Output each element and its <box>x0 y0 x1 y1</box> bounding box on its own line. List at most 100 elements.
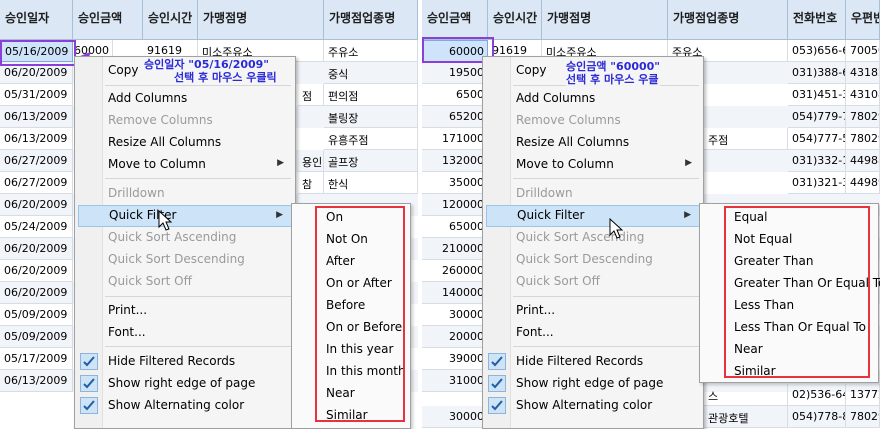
date-cell[interactable]: 06/20/2009 <box>0 194 73 216</box>
amount-cell[interactable]: 35000 <box>422 172 488 194</box>
phone-cell[interactable]: 031)321-36 <box>788 172 846 194</box>
menu-item-print[interactable]: Print... <box>486 300 700 322</box>
date-cell[interactable]: 06/13/2009 <box>0 128 73 150</box>
header-approval-date[interactable]: 승인일자 <box>0 0 73 40</box>
amount-cell[interactable]: 30000 <box>422 304 488 326</box>
menu-item-hide-filtered-records[interactable]: Hide Filtered Records <box>78 351 292 373</box>
menu-item-quick-sort-descending[interactable]: Quick Sort Descending <box>78 249 292 271</box>
phone-cell[interactable]: 02)536-646 <box>788 384 846 406</box>
zip-cell[interactable]: 13772 <box>846 384 880 406</box>
zip-cell[interactable]: 44988 <box>846 150 880 172</box>
amount-cell[interactable]: 30000 <box>422 406 488 428</box>
phone-cell[interactable]: 054)778-83 <box>788 406 846 428</box>
amount-cell[interactable]: 132000 <box>422 150 488 172</box>
category-cell[interactable]: 골프장 <box>324 150 418 172</box>
category-cell[interactable]: 편의점 <box>324 84 418 106</box>
menu-item-drilldown[interactable]: Drilldown <box>486 183 700 205</box>
zip-cell[interactable]: 78029 <box>846 406 880 428</box>
header-phone[interactable]: 전화번호 <box>788 0 846 40</box>
menu-item-add-columns[interactable]: Add Columns <box>486 88 700 110</box>
menu-item-quick-sort-off[interactable]: Quick Sort Off <box>486 271 700 293</box>
category-cell[interactable]: 한식 <box>324 172 418 194</box>
amount-cell[interactable]: 260000 <box>422 260 488 282</box>
date-cell[interactable]: 06/27/2009 <box>0 172 73 194</box>
menu-item-drilldown[interactable]: Drilldown <box>78 183 292 205</box>
menu-item-move-to-column[interactable]: Move to Column ▶ <box>486 154 700 176</box>
amount-cell[interactable]: 140000 <box>422 282 488 304</box>
category-cell[interactable]: 볼링장 <box>324 106 418 128</box>
zip-cell[interactable]: 70050 <box>846 40 880 62</box>
category-cell[interactable]: 유흥주점 <box>324 128 418 150</box>
date-cell[interactable]: 05/31/2009 <box>0 84 73 106</box>
header-approval-amount[interactable]: 승인금액 <box>73 0 143 40</box>
phone-cell[interactable]: 054)779-74 <box>788 106 846 128</box>
merchant-cell[interactable]: 스 <box>704 384 788 406</box>
menu-item-font[interactable]: Font... <box>486 322 700 344</box>
zip-cell[interactable]: 78029 <box>846 128 880 150</box>
category-cell[interactable]: 주점 <box>704 128 788 150</box>
phone-cell[interactable]: 031)332-17 <box>788 150 846 172</box>
date-cell[interactable]: 05/09/2009 <box>0 304 73 326</box>
header-merchant-category[interactable]: 가맹점업종명 <box>668 0 788 40</box>
phone-cell[interactable]: 031)388-62 <box>788 62 846 84</box>
amount-cell[interactable]: 171000 <box>422 128 488 150</box>
menu-item-font[interactable]: Font... <box>78 322 292 344</box>
amount-cell[interactable]: 65200 <box>422 106 488 128</box>
menu-item-print[interactable]: Print... <box>78 300 292 322</box>
header-merchant-name[interactable]: 가맹점명 <box>198 0 324 40</box>
header-approval-time[interactable]: 승인시간 <box>143 0 198 40</box>
phone-cell[interactable]: 031)451-35 <box>788 84 846 106</box>
menu-item-show-alternating-color[interactable]: Show Alternating color <box>78 395 292 417</box>
menu-item-move-to-column[interactable]: Move to Column ▶ <box>78 154 292 176</box>
header-approval-time[interactable]: 승인시간 <box>488 0 542 40</box>
amount-cell[interactable]: 19500 <box>422 62 488 84</box>
amount-cell[interactable]: 120000 <box>422 194 488 216</box>
header-merchant-category[interactable]: 가맹점업종명 <box>324 0 418 40</box>
category-cell[interactable]: 중식 <box>324 62 418 84</box>
date-cell[interactable]: 05/09/2009 <box>0 326 73 348</box>
date-cell[interactable]: 06/13/2009 <box>0 106 73 128</box>
menu-item-quick-sort-descending[interactable]: Quick Sort Descending <box>486 249 700 271</box>
menu-item-show-right-edge[interactable]: Show right edge of page <box>78 373 292 395</box>
amount-cell[interactable]: 39000 <box>422 348 488 370</box>
zip-cell[interactable]: 78029 <box>846 106 880 128</box>
menu-item-hide-filtered-records[interactable]: Hide Filtered Records <box>486 351 700 373</box>
date-cell[interactable]: 05/24/2009 <box>0 216 73 238</box>
menu-item-show-alternating-color[interactable]: Show Alternating color <box>486 395 700 417</box>
menu-item-show-right-edge[interactable]: Show right edge of page <box>486 373 700 395</box>
phone-cell[interactable]: 053)656-66 <box>788 40 846 62</box>
amount-cell[interactable]: 6500 <box>422 84 488 106</box>
merchant-cell[interactable]: 참 <box>298 172 324 194</box>
header-zip[interactable]: 우편번호 <box>846 0 880 40</box>
header-approval-amount[interactable]: 승인금액 <box>422 0 488 40</box>
category-cell[interactable]: 주유소 <box>324 40 418 62</box>
zip-cell[interactable]: 43108 <box>846 84 880 106</box>
merchant-cell[interactable]: 용인 <box>298 150 324 172</box>
phone-cell[interactable]: 054)777-55 <box>788 128 846 150</box>
zip-cell[interactable]: 44989 <box>846 172 880 194</box>
date-cell[interactable]: 06/27/2009 <box>0 150 73 172</box>
zip-cell[interactable]: 43182 <box>846 62 880 84</box>
menu-item-remove-columns[interactable]: Remove Columns <box>78 110 292 132</box>
amount-cell[interactable]: 20000 <box>422 326 488 348</box>
date-cell[interactable]: 06/13/2009 <box>0 370 73 392</box>
menu-item-quick-sort-off[interactable]: Quick Sort Off <box>78 271 292 293</box>
menu-item-quick-filter[interactable]: Quick Filter ▶ <box>486 205 700 227</box>
menu-item-quick-sort-ascending[interactable]: Quick Sort Ascending <box>486 227 700 249</box>
amount-cell[interactable]: 210000 <box>422 238 488 260</box>
menu-item-remove-columns[interactable]: Remove Columns <box>486 110 700 132</box>
merchant-cell[interactable]: 점 <box>298 84 324 106</box>
menu-item-label: Show right edge of page <box>108 376 256 390</box>
menu-item-quick-sort-ascending[interactable]: Quick Sort Ascending <box>78 227 292 249</box>
menu-item-resize-all-columns[interactable]: Resize All Columns <box>78 132 292 154</box>
date-cell[interactable]: 05/17/2009 <box>0 348 73 370</box>
merchant-cell[interactable]: 관광호텔 <box>704 406 788 428</box>
menu-item-add-columns[interactable]: Add Columns <box>78 88 292 110</box>
amount-cell[interactable]: 65000 <box>422 216 488 238</box>
date-cell[interactable]: 06/20/2009 <box>0 260 73 282</box>
date-cell[interactable]: 06/20/2009 <box>0 282 73 304</box>
menu-item-resize-all-columns[interactable]: Resize All Columns <box>486 132 700 154</box>
header-merchant-name[interactable]: 가맹점명 <box>542 0 668 40</box>
menu-item-quick-filter[interactable]: Quick Filter ▶ <box>78 205 292 227</box>
date-cell[interactable]: 06/20/2009 <box>0 238 73 260</box>
